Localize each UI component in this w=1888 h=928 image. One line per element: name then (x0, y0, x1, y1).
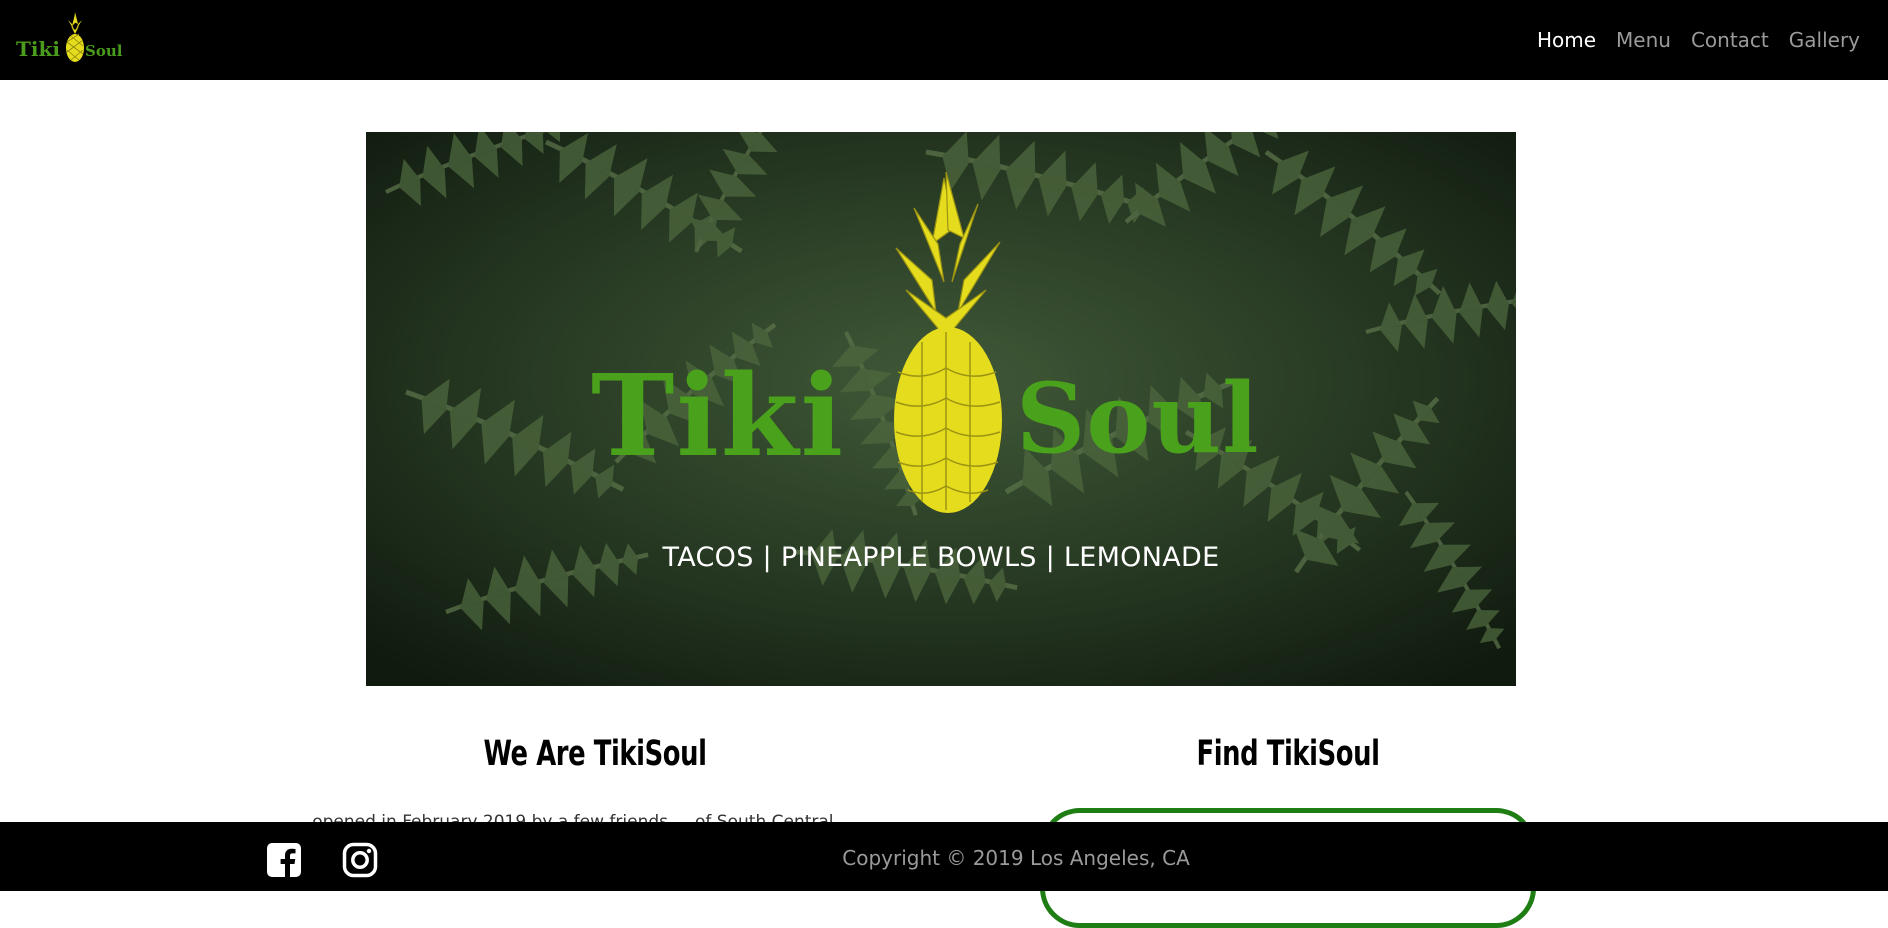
copyright-text: Copyright © 2019 Los Angeles, CA (842, 846, 1190, 870)
top-navbar: Tiki Soul Home Menu Contact Gallery (0, 0, 1888, 80)
about-heading: We Are TikiSoul (483, 734, 707, 774)
pineapple-icon (895, 171, 1001, 339)
brand-word-right: Soul (85, 42, 123, 60)
nav-menu[interactable]: Menu (1616, 28, 1671, 52)
nav-links: Home Menu Contact Gallery (1537, 0, 1860, 80)
nav-home[interactable]: Home (1537, 28, 1596, 52)
hero-logo: Tiki Soul (591, 171, 1260, 513)
hero-banner: Tiki Soul TACOS | PINEAPPLE BOWLS | LEMO… (366, 132, 1516, 686)
brand-logo[interactable]: Tiki Soul (14, 10, 134, 66)
hero-tagline: TACOS | PINEAPPLE BOWLS | LEMONADE (662, 542, 1220, 573)
brand-word-left: Tiki (16, 37, 60, 61)
nav-contact[interactable]: Contact (1691, 28, 1769, 52)
footer: Copyright © 2019 Los Angeles, CA (0, 822, 1888, 891)
nav-gallery[interactable]: Gallery (1789, 28, 1860, 52)
hero-logo-word-right: Soul (1016, 362, 1260, 475)
hero-logo-word-left: Tiki (591, 351, 845, 482)
find-heading: Find TikiSoul (1196, 734, 1380, 774)
